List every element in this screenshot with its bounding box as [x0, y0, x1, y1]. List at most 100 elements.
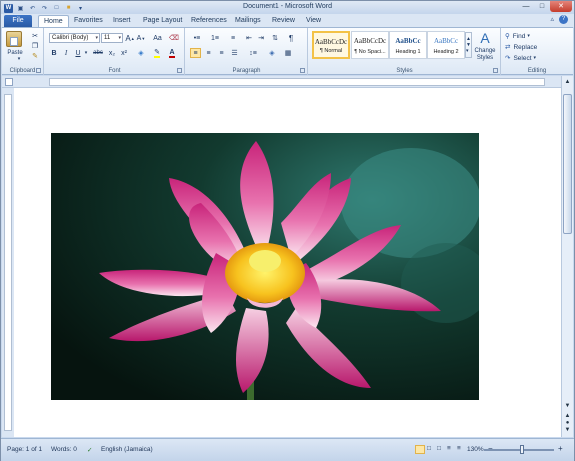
decrease-indent-icon[interactable]: ⇤	[244, 33, 254, 43]
styles-scroll[interactable]: ▲ ▼ ▾	[465, 32, 472, 58]
paste-dropdown-icon[interactable]: ▾	[15, 56, 23, 62]
zoom-slider-knob[interactable]	[519, 445, 524, 454]
font-name-value: Calibri (Body)	[52, 35, 89, 41]
tab-review[interactable]: Review	[267, 15, 300, 27]
chevron-down-icon: ▾	[95, 35, 98, 41]
highlight-icon[interactable]: ✎	[151, 48, 163, 58]
align-right-icon[interactable]: ≡	[216, 48, 227, 58]
show-hide-marks-button[interactable]: ¶	[286, 33, 296, 43]
style-no-spacing[interactable]: AaBbCcDc ¶ No Spaci...	[351, 31, 389, 59]
chevron-down-icon: ▾	[118, 35, 121, 41]
superscript-button[interactable]: x²	[119, 48, 129, 58]
clear-formatting-icon[interactable]: ⌫	[169, 33, 179, 43]
horizontal-ruler[interactable]	[2, 76, 573, 88]
font-size-combo[interactable]: 11 ▾	[101, 33, 123, 43]
change-styles-label-2[interactable]: Styles	[472, 54, 498, 61]
full-screen-reading-icon[interactable]: □	[427, 445, 431, 452]
clipboard-launcher-icon[interactable]	[36, 68, 41, 73]
vertical-scrollbar[interactable]: ▲ ▼ ▲ ● ▼	[561, 76, 573, 437]
scroll-up-icon[interactable]: ▲	[562, 79, 573, 89]
find-button[interactable]: ⚲ Find ▾	[505, 31, 545, 41]
ribbon-help-area: ▵ ?	[550, 15, 568, 24]
text-effects-icon[interactable]: ◈	[135, 48, 147, 58]
document-page[interactable]	[14, 88, 561, 437]
change-styles-label-1[interactable]: Change	[472, 47, 498, 54]
copy-icon[interactable]: ❐	[30, 41, 40, 50]
select-button[interactable]: ↷ Select ▾	[505, 53, 555, 63]
scroll-down-icon[interactable]: ▼	[562, 403, 573, 413]
print-layout-view-icon[interactable]	[415, 445, 425, 454]
proofing-icon[interactable]: ✓	[87, 446, 92, 454]
style-heading-1[interactable]: AaBbCc Heading 1	[389, 31, 427, 59]
sort-icon[interactable]: ⇅	[270, 33, 280, 43]
web-layout-icon[interactable]: □	[437, 445, 441, 452]
multilevel-list-icon[interactable]: ≡	[226, 33, 240, 43]
tab-insert[interactable]: Insert	[108, 15, 136, 27]
italic-button[interactable]: I	[61, 48, 71, 58]
shrink-font-button[interactable]: A ▼	[136, 33, 146, 43]
ruler-track	[4, 94, 12, 431]
close-button[interactable]: ✕	[550, 1, 572, 12]
minimize-button[interactable]: —	[518, 1, 534, 12]
underline-dropdown-icon[interactable]: ▾	[83, 48, 89, 58]
underline-button[interactable]: U	[73, 48, 83, 58]
find-label: Find	[512, 32, 526, 40]
paragraph-launcher-icon[interactable]	[300, 68, 305, 73]
outline-view-icon[interactable]: ≡	[447, 445, 451, 452]
tab-page-layout[interactable]: Page Layout	[138, 15, 187, 27]
zoom-level[interactable]: 130%	[467, 446, 484, 453]
align-left-icon[interactable]: ≡	[190, 48, 201, 58]
help-icon[interactable]: ?	[559, 15, 568, 24]
format-painter-icon[interactable]: ✎	[30, 51, 40, 60]
zoom-in-icon[interactable]: +	[558, 444, 563, 453]
replace-label: Replace	[513, 43, 538, 51]
vertical-ruler[interactable]	[2, 88, 14, 437]
change-case-button[interactable]: Aa	[151, 33, 164, 43]
paste-icon[interactable]	[6, 31, 22, 47]
font-launcher-icon[interactable]	[177, 68, 182, 73]
numbering-icon[interactable]: 1≡	[208, 33, 222, 43]
style-normal[interactable]: AaBbCcDc ¶ Normal	[312, 31, 350, 59]
styles-launcher-icon[interactable]	[493, 68, 498, 73]
word-count[interactable]: Words: 0	[51, 446, 77, 453]
window-controls: — □ ✕	[518, 1, 572, 12]
change-styles-icon[interactable]: A	[474, 30, 496, 46]
tab-mailings[interactable]: Mailings	[230, 15, 266, 27]
style-sample: AaBbCc	[395, 37, 421, 45]
lotus-flower-image[interactable]	[51, 133, 479, 400]
justify-icon[interactable]: ☰	[229, 48, 240, 58]
tab-favorites[interactable]: Favorites	[69, 15, 108, 27]
tab-references[interactable]: References	[186, 15, 232, 27]
minimize-ribbon-icon[interactable]: ▵	[550, 15, 554, 24]
font-group-label: Font	[108, 68, 121, 74]
tab-view[interactable]: View	[301, 15, 326, 27]
grow-font-button[interactable]: A ▲	[125, 33, 135, 43]
tab-selector-icon[interactable]	[5, 78, 13, 86]
page-count[interactable]: Page: 1 of 1	[7, 446, 42, 453]
increase-indent-icon[interactable]: ⇥	[256, 33, 266, 43]
borders-icon[interactable]: ▦	[282, 48, 294, 58]
language-indicator[interactable]: English (Jamaica)	[101, 446, 153, 453]
tab-home[interactable]: Home	[38, 15, 69, 27]
font-name-combo[interactable]: Calibri (Body) ▾	[49, 33, 100, 43]
strikethrough-button[interactable]: abc	[91, 48, 105, 58]
scroll-thumb[interactable]	[563, 94, 572, 234]
maximize-button[interactable]: □	[534, 1, 550, 12]
style-name: Heading 2	[433, 49, 459, 55]
align-center-icon[interactable]: ≡	[203, 48, 214, 58]
cut-icon[interactable]: ✂	[30, 31, 40, 40]
bold-button[interactable]: B	[49, 48, 59, 58]
draft-view-icon[interactable]: ≡	[457, 445, 461, 452]
shading-icon[interactable]: ◈	[266, 48, 278, 58]
tab-file[interactable]: File	[4, 15, 32, 27]
editing-group-label: Editing	[527, 68, 547, 74]
line-spacing-icon[interactable]: ↕≡	[246, 48, 260, 58]
next-page-icon[interactable]: ▼	[562, 427, 573, 437]
font-color-button[interactable]: A	[166, 48, 178, 58]
styles-group-label: Styles	[396, 68, 413, 74]
replace-button[interactable]: ⇄ Replace	[505, 42, 555, 52]
paragraph-group: •≡ 1≡ ≡ ⇤ ⇥ ⇅ ¶ ≡ ≡ ≡ ☰ ↕≡ ◈ ▦ Paragraph	[186, 28, 308, 75]
subscript-button[interactable]: x₂	[107, 48, 117, 58]
style-heading-2[interactable]: AaBbCc Heading 2	[427, 31, 465, 59]
bullets-icon[interactable]: •≡	[190, 33, 204, 43]
